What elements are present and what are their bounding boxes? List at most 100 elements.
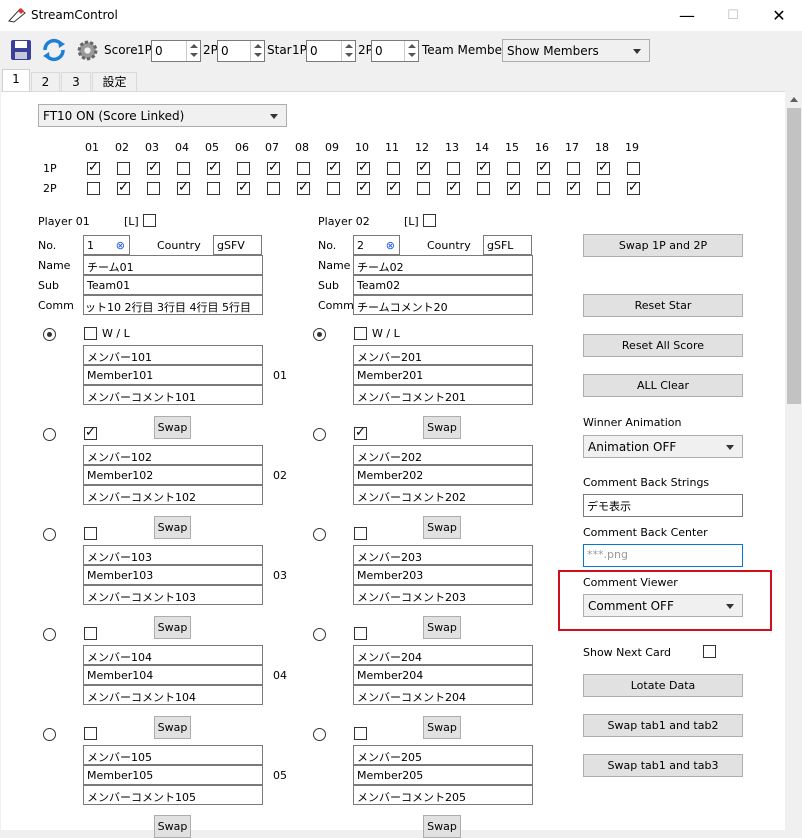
game-1p-checkbox[interactable]	[477, 160, 490, 175]
player2-sub-input[interactable]: Team02	[353, 275, 533, 295]
member-name-input[interactable]: メンバー104	[83, 645, 263, 665]
member-sub-input[interactable]: Member105	[83, 765, 263, 785]
member-name-input[interactable]: メンバー201	[353, 345, 533, 365]
swap-button[interactable]: Swap	[154, 516, 191, 539]
wl-checkbox[interactable]	[84, 727, 97, 740]
clear-icon[interactable]: ⊗	[386, 239, 395, 252]
close-button[interactable]: ✕	[756, 0, 802, 31]
game-1p-checkbox[interactable]	[567, 162, 580, 175]
swap-tab1-tab2-button[interactable]: Swap tab1 and tab2	[583, 714, 743, 737]
game-2p-checkbox[interactable]	[87, 182, 100, 195]
game-1p-checkbox[interactable]	[327, 160, 340, 175]
game-2p-checkbox[interactable]	[237, 180, 250, 195]
game-1p-checkbox[interactable]	[387, 162, 400, 175]
clear-icon[interactable]: ⊗	[116, 239, 125, 252]
maximize-button[interactable]: ☐	[710, 0, 756, 31]
member-sub-input[interactable]: Member101	[83, 365, 263, 385]
member-radio[interactable]	[313, 628, 326, 641]
member-radio[interactable]	[43, 328, 56, 341]
tab-1[interactable]: 1	[2, 69, 30, 92]
game-1p-checkbox[interactable]	[357, 160, 370, 175]
scroll-thumb[interactable]	[787, 108, 801, 404]
game-2p-checkbox[interactable]	[417, 182, 430, 195]
wl-checkbox[interactable]	[354, 627, 367, 640]
team-members-select[interactable]: Show Members	[502, 39, 650, 62]
wl-checkbox[interactable]	[84, 327, 97, 340]
game-1p-checkbox[interactable]	[267, 160, 280, 175]
gear-icon[interactable]	[75, 38, 100, 63]
player2-country-input[interactable]: gSFL	[483, 235, 532, 255]
member-radio[interactable]	[313, 328, 326, 341]
tab-2[interactable]: 2	[31, 72, 60, 92]
player2-name-input[interactable]: チーム02	[353, 255, 533, 275]
game-2p-checkbox[interactable]	[147, 182, 160, 195]
member-sub-input[interactable]: Member201	[353, 365, 533, 385]
player2-comm-input[interactable]: チームコメント20	[353, 295, 533, 315]
member-radio[interactable]	[313, 528, 326, 541]
game-2p-checkbox[interactable]	[267, 182, 280, 195]
refresh-icon[interactable]	[41, 38, 67, 62]
member-comment-input[interactable]: メンバーコメント203	[353, 585, 533, 605]
swap-button[interactable]: Swap	[154, 616, 191, 639]
game-2p-checkbox[interactable]	[597, 182, 610, 195]
member-radio[interactable]	[43, 628, 56, 641]
game-2p-checkbox[interactable]	[567, 180, 580, 195]
game-2p-checkbox[interactable]	[297, 180, 310, 195]
member-sub-input[interactable]: Member205	[353, 765, 533, 785]
member-radio[interactable]	[43, 728, 56, 741]
swap-button[interactable]: Swap	[423, 516, 461, 539]
vertical-scrollbar[interactable]	[786, 93, 802, 830]
member-name-input[interactable]: メンバー102	[83, 445, 263, 465]
swap-button[interactable]: Swap	[154, 815, 191, 838]
wl-checkbox[interactable]	[354, 327, 367, 340]
member-comment-input[interactable]: メンバーコメント201	[353, 385, 533, 405]
swap-button[interactable]: Swap	[423, 616, 461, 639]
reset-all-score-button[interactable]: Reset All Score	[583, 334, 743, 357]
member-comment-input[interactable]: メンバーコメント101	[83, 385, 263, 405]
member-sub-input[interactable]: Member202	[353, 465, 533, 485]
member-comment-input[interactable]: メンバーコメント105	[83, 785, 263, 805]
game-2p-checkbox[interactable]	[177, 180, 190, 195]
game-1p-checkbox[interactable]	[447, 162, 460, 175]
minimize-button[interactable]: —	[664, 0, 710, 31]
game-1p-checkbox[interactable]	[537, 160, 550, 175]
member-comment-input[interactable]: メンバーコメント103	[83, 585, 263, 605]
game-1p-checkbox[interactable]	[207, 160, 220, 175]
game-2p-checkbox[interactable]	[537, 182, 550, 195]
player1-comm-input[interactable]: ット10 2行目 3行目 4行目 5行目	[83, 295, 263, 315]
player2-l-checkbox[interactable]	[423, 214, 436, 227]
game-2p-checkbox[interactable]	[357, 180, 370, 195]
mode-select[interactable]: FT10 ON (Score Linked)	[38, 104, 287, 127]
member-sub-input[interactable]: Member203	[353, 565, 533, 585]
game-2p-checkbox[interactable]	[117, 180, 130, 195]
star-1p-input[interactable]: 0	[306, 40, 356, 62]
game-1p-checkbox[interactable]	[597, 160, 610, 175]
member-radio[interactable]	[313, 428, 326, 441]
member-comment-input[interactable]: メンバーコメント202	[353, 485, 533, 505]
swap-button[interactable]: Swap	[154, 716, 191, 739]
game-2p-checkbox[interactable]	[447, 180, 460, 195]
game-1p-checkbox[interactable]	[177, 162, 190, 175]
member-comment-input[interactable]: メンバーコメント204	[353, 685, 533, 705]
member-sub-input[interactable]: Member104	[83, 665, 263, 685]
member-name-input[interactable]: メンバー105	[83, 745, 263, 765]
game-1p-checkbox[interactable]	[297, 162, 310, 175]
game-1p-checkbox[interactable]	[87, 160, 100, 175]
game-2p-checkbox[interactable]	[477, 182, 490, 195]
game-2p-checkbox[interactable]	[207, 182, 220, 195]
member-name-input[interactable]: メンバー204	[353, 645, 533, 665]
wl-checkbox[interactable]	[354, 527, 367, 540]
player1-sub-input[interactable]: Team01	[83, 275, 263, 295]
player1-country-input[interactable]: gSFV	[213, 235, 262, 255]
player1-l-checkbox[interactable]	[143, 214, 156, 227]
score-2p-input[interactable]: 0	[217, 40, 265, 62]
member-name-input[interactable]: メンバー203	[353, 545, 533, 565]
swap-tab1-tab3-button[interactable]: Swap tab1 and tab3	[583, 754, 743, 777]
reset-star-button[interactable]: Reset Star	[583, 294, 743, 317]
game-1p-checkbox[interactable]	[237, 162, 250, 175]
swap-button[interactable]: Swap	[154, 416, 191, 439]
game-2p-checkbox[interactable]	[327, 182, 340, 195]
member-sub-input[interactable]: Member103	[83, 565, 263, 585]
member-comment-input[interactable]: メンバーコメント102	[83, 485, 263, 505]
game-1p-checkbox[interactable]	[117, 162, 130, 175]
